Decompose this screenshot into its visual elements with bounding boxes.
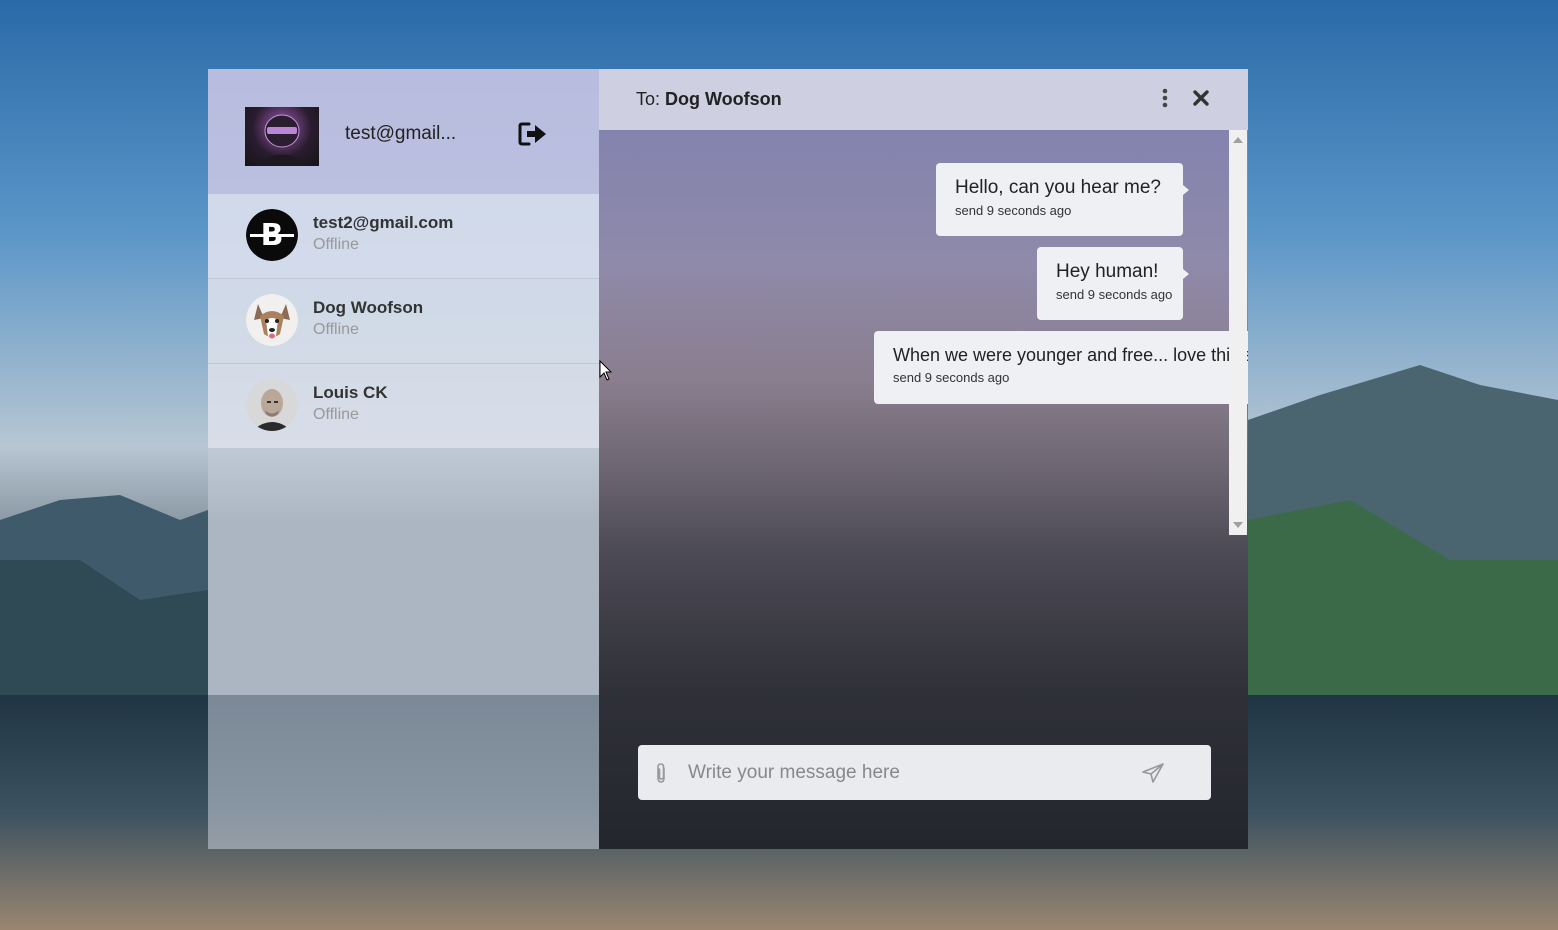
message-text: When we were younger and free... love th…: [893, 345, 1248, 365]
contact-name: test2@gmail.com: [313, 213, 454, 232]
contact-item[interactable]: B test2@gmail.com Offline: [208, 194, 599, 279]
contact-status: Offline: [313, 321, 359, 338]
recipient-name: Dog Woofson: [665, 89, 782, 109]
to-label: To:: [636, 89, 661, 109]
user-email: test@gmail...: [345, 123, 457, 144]
close-icon[interactable]: [1191, 88, 1211, 108]
message-time: send 9 seconds ago: [1056, 287, 1173, 302]
message-composer: [638, 745, 1211, 800]
messages-scrollbar[interactable]: [1229, 130, 1247, 535]
contact-status: Offline: [313, 236, 359, 253]
chat-window: test@gmail... B test2@gmail.com Offline …: [208, 69, 1248, 849]
scroll-down-icon[interactable]: [1233, 522, 1243, 528]
message-input[interactable]: [686, 753, 1130, 793]
sidebar: test@gmail... B test2@gmail.com Offline …: [208, 69, 599, 849]
contact-name: Dog Woofson: [313, 298, 424, 317]
message-time: send 9 seconds ago: [893, 370, 1010, 385]
message-text: Hello, can you hear me?: [955, 177, 1161, 198]
contact-item[interactable]: Louis CK Offline: [208, 364, 599, 449]
more-vertical-icon[interactable]: [1155, 87, 1175, 109]
scroll-up-icon[interactable]: [1233, 137, 1243, 143]
user-avatar: [245, 107, 319, 166]
message-bubble: When we were younger and free... love th…: [874, 331, 1248, 404]
sign-out-icon[interactable]: [518, 121, 548, 147]
message-text: Hey human!: [1056, 261, 1159, 282]
profile-header: test@gmail...: [208, 69, 599, 194]
b-logo-icon: B: [246, 209, 298, 261]
message-bubble: Hello, can you hear me? send 9 seconds a…: [936, 163, 1189, 236]
husky-avatar-icon: [246, 294, 298, 346]
contact-avatar: [246, 379, 298, 431]
portrait-avatar-icon: [246, 379, 298, 431]
contact-avatar: B: [246, 209, 298, 261]
contact-name: Louis CK: [313, 383, 388, 402]
chat-panel: To: Dog Woofson Hello, can you hear me? …: [599, 69, 1248, 849]
contact-list: B test2@gmail.com Offline Dog Woofson Of…: [208, 194, 599, 449]
paperclip-icon[interactable]: [654, 762, 668, 784]
message-bubble: Hey human! send 9 seconds ago: [1037, 247, 1189, 320]
chat-header: To: Dog Woofson: [599, 69, 1248, 130]
mouse-pointer-icon: [599, 360, 613, 381]
contact-avatar: [246, 294, 298, 346]
send-icon[interactable]: [1141, 762, 1165, 784]
helmet-avatar-icon: [255, 114, 309, 166]
message-time: send 9 seconds ago: [955, 203, 1072, 218]
chat-recipient: To: Dog Woofson: [636, 89, 782, 110]
contact-item[interactable]: Dog Woofson Offline: [208, 279, 599, 364]
contact-status: Offline: [313, 406, 359, 423]
